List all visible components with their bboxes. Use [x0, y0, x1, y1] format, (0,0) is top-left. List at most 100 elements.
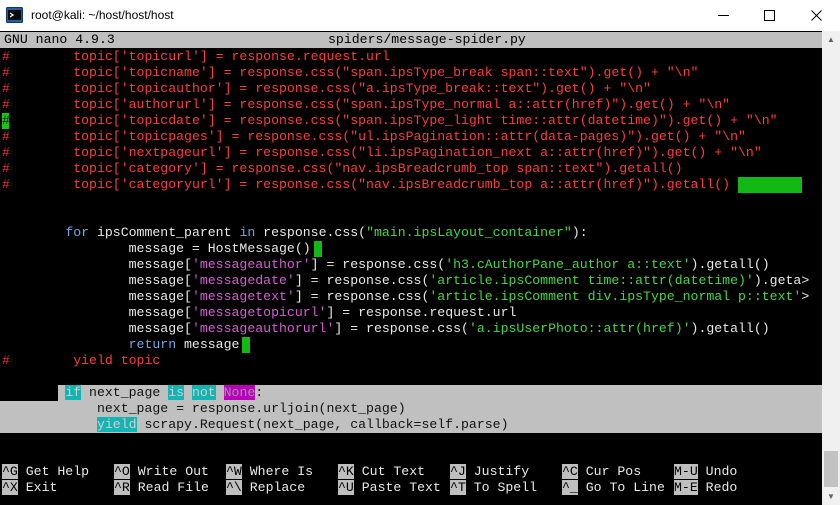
code-text: ):: [571, 225, 588, 240]
keyword-for: for: [65, 225, 90, 240]
shortcut-get-help[interactable]: ^G Get Help: [2, 464, 105, 480]
shortcut-label: Get Help: [17, 464, 105, 479]
comment-marker: #: [2, 113, 10, 128]
keyword-return: return: [128, 337, 177, 352]
code-line[interactable]: message['messagedate'] = response.css('a…: [2, 273, 810, 289]
code-text: topic['topicpages'] = response.css("ul.i…: [73, 129, 746, 144]
keyword-none: None: [223, 385, 256, 400]
trailing-whitespace-highlight: [314, 241, 322, 257]
code-line[interactable]: # topic['authorurl'] = response.css("spa…: [2, 97, 730, 113]
code-text: response.css(: [255, 225, 367, 240]
code-text: yield topic: [73, 353, 161, 368]
shortcut-label: Where Is: [241, 464, 329, 479]
shortcut-key: ^W: [226, 464, 242, 479]
keyword-not: not: [191, 385, 216, 400]
code-text: ] = response.css(: [310, 257, 446, 272]
code-text: ).getall(): [690, 321, 770, 336]
code-line[interactable]: # topic['category'] = response.css("nav.…: [2, 161, 683, 177]
shortcut-undo[interactable]: M-U Undo: [674, 464, 737, 480]
shortcut-label: To Spell: [465, 480, 553, 495]
code-line[interactable]: for ipsComment_parent in response.css("m…: [2, 225, 588, 241]
code-text: ] = response.css(: [294, 273, 430, 288]
code-text: topic['authorurl'] = response.css("span.…: [73, 97, 731, 112]
code-text: message[: [128, 289, 192, 304]
shortcut-where-is[interactable]: ^W Where Is: [226, 464, 329, 480]
code-line[interactable]: message['messageauthor'] = response.css(…: [2, 257, 770, 273]
code-text: ] = response.css(: [334, 321, 469, 336]
comment-marker: #: [2, 65, 10, 80]
comment-marker: #: [2, 129, 10, 144]
shortcut-label: Go To Line: [577, 480, 665, 495]
close-button[interactable]: [793, 0, 839, 31]
shortcut-label: Replace: [241, 480, 329, 495]
window-titlebar[interactable]: root@kali: ~/host/host/host: [0, 0, 840, 31]
code-line[interactable]: # topic['nextpageurl'] = response.css("l…: [2, 145, 762, 161]
shortcut-read-file[interactable]: ^R Read File: [114, 480, 217, 496]
shortcut-redo[interactable]: M-E Redo: [674, 480, 737, 496]
string-literal: 'h3.cAuthorPane_author a::text': [445, 257, 691, 272]
code-line[interactable]: message['messagetext'] = response.css('a…: [2, 289, 810, 305]
comment-marker: #: [2, 177, 10, 192]
minimize-button[interactable]: [700, 0, 746, 31]
maximize-button[interactable]: [746, 0, 792, 31]
code-text: ).getall(): [690, 257, 770, 272]
maximize-icon: [763, 10, 775, 21]
minimize-icon: [717, 15, 729, 16]
code-text: topic['topicauthor'] = response.css("a.i…: [73, 81, 651, 96]
code-line[interactable]: # topic['topicauthor'] = response.css("a…: [2, 81, 651, 97]
shortcut-to-spell[interactable]: ^T To Spell: [450, 480, 553, 496]
scrollbar-thumb[interactable]: [824, 451, 838, 487]
nano-shortcut-bar: ^G Get Help ^O Write Out ^W Where Is ^K …: [0, 464, 822, 496]
vertical-scrollbar[interactable]: ▲ ▼: [822, 31, 840, 505]
code-text: message: [176, 337, 240, 352]
dict-key: 'messagetext': [191, 289, 295, 304]
code-line[interactable]: if next_page is not None:: [2, 385, 263, 401]
shortcut-label: Undo: [697, 464, 738, 479]
code-line[interactable]: message = HostMessage(): [2, 241, 311, 257]
shortcut-write-out[interactable]: ^O Write Out: [114, 464, 217, 480]
code-line[interactable]: next_page = response.urljoin(next_page): [2, 401, 406, 417]
code-line[interactable]: # topic['categoryurl'] = response.css("n…: [2, 177, 730, 193]
shortcut-key: M-E: [674, 480, 698, 495]
comment-marker: #: [2, 161, 10, 176]
string-literal: 'article.ipsComment div.ipsType_normal p…: [429, 289, 802, 304]
code-text: ] = response.request.url: [326, 305, 517, 320]
shortcut-label: Justify: [465, 464, 553, 479]
terminal-app-icon: [6, 7, 23, 23]
code-line[interactable]: # topic['topicurl'] = response.request.u…: [2, 49, 390, 65]
code-text: message[: [128, 321, 192, 336]
shortcut-cur-pos[interactable]: ^C Cur Pos: [562, 464, 665, 480]
code-text: scrapy.Request(next_page, callback=self.…: [136, 417, 509, 432]
dict-key: 'messagetopicurl': [191, 305, 327, 320]
code-text: topic['topicdate'] = response.css("span.…: [73, 113, 778, 128]
code-line[interactable]: # topic['topicname'] = response.css("spa…: [2, 65, 698, 81]
shortcut-exit[interactable]: ^X Exit: [2, 480, 105, 496]
scroll-up-arrow-icon[interactable]: ▲: [822, 31, 840, 48]
keyword-yield: yield: [96, 417, 137, 432]
shortcut-go-to-line[interactable]: ^_ Go To Line: [562, 480, 665, 496]
string-literal: 'article.ipsComment time::attr(datetime)…: [429, 273, 754, 288]
scroll-down-arrow-icon[interactable]: ▼: [822, 488, 840, 505]
code-line[interactable]: message['messagetopicurl'] = response.re…: [2, 305, 517, 321]
shortcut-replace[interactable]: ^\ Replace: [226, 480, 329, 496]
string-literal: "main.ipsLayout_container": [366, 225, 572, 240]
code-line[interactable]: message['messageauthorurl'] = response.c…: [2, 321, 770, 337]
shortcut-cut-text[interactable]: ^K Cut Text: [338, 464, 441, 480]
code-text: topic['nextpageurl'] = response.css("li.…: [73, 145, 762, 160]
shortcut-key: ^J: [450, 464, 466, 479]
code-line[interactable]: # topic['topicdate'] = response.css("spa…: [2, 113, 778, 129]
shortcut-justify[interactable]: ^J Justify: [450, 464, 553, 480]
nano-filename: spiders/message-spider.py: [328, 32, 526, 47]
code-text: :: [255, 385, 264, 400]
shortcut-key: ^O: [114, 464, 130, 479]
code-line[interactable]: yield scrapy.Request(next_page, callback…: [2, 417, 509, 433]
code-text: next_page = response.urljoin(next_page): [96, 401, 406, 416]
code-line[interactable]: # yield topic: [2, 353, 160, 369]
code-text: message[: [128, 273, 192, 288]
shortcut-paste-text[interactable]: ^U Paste Text: [338, 480, 441, 496]
code-line[interactable]: # topic['topicpages'] = response.css("ul…: [2, 129, 746, 145]
code-line[interactable]: return message: [2, 337, 240, 353]
code-text: topic['topicurl'] = response.request.url: [73, 49, 390, 64]
shortcut-label: Write Out: [129, 464, 217, 479]
terminal-area[interactable]: GNU nano 4.9.3 spiders/message-spider.py…: [0, 31, 822, 505]
